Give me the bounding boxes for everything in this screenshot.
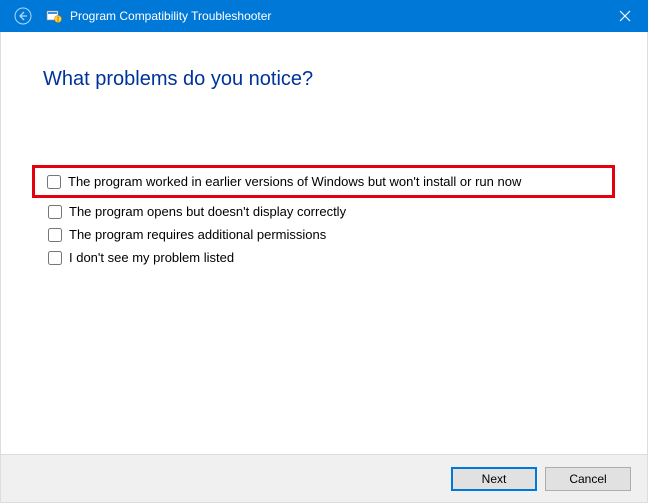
options-list: The program worked in earlier versions o… — [40, 165, 605, 269]
footer: Next Cancel — [1, 454, 647, 502]
option-checkbox[interactable] — [47, 175, 61, 189]
option-label: The program worked in earlier versions o… — [68, 174, 521, 189]
cancel-button[interactable]: Cancel — [545, 467, 631, 491]
close-button[interactable] — [602, 0, 648, 32]
option-item[interactable]: The program opens but doesn't display co… — [40, 200, 605, 223]
titlebar: Program Compatibility Troubleshooter — [0, 0, 648, 32]
back-arrow-icon — [14, 7, 32, 25]
close-icon — [619, 10, 631, 22]
option-item[interactable]: The program worked in earlier versions o… — [39, 170, 608, 193]
next-button[interactable]: Next — [451, 467, 537, 491]
troubleshooter-icon — [46, 8, 62, 24]
highlighted-option: The program worked in earlier versions o… — [32, 165, 615, 198]
option-checkbox[interactable] — [48, 228, 62, 242]
option-label: I don't see my problem listed — [69, 250, 234, 265]
option-checkbox[interactable] — [48, 251, 62, 265]
option-checkbox[interactable] — [48, 205, 62, 219]
option-item[interactable]: I don't see my problem listed — [40, 246, 605, 269]
option-item[interactable]: The program requires additional permissi… — [40, 223, 605, 246]
option-label: The program opens but doesn't display co… — [69, 204, 346, 219]
back-button[interactable] — [12, 5, 34, 27]
window-title: Program Compatibility Troubleshooter — [70, 9, 271, 23]
content-area: What problems do you notice? The program… — [0, 32, 648, 503]
option-label: The program requires additional permissi… — [69, 227, 326, 242]
page-heading: What problems do you notice? — [43, 68, 605, 91]
